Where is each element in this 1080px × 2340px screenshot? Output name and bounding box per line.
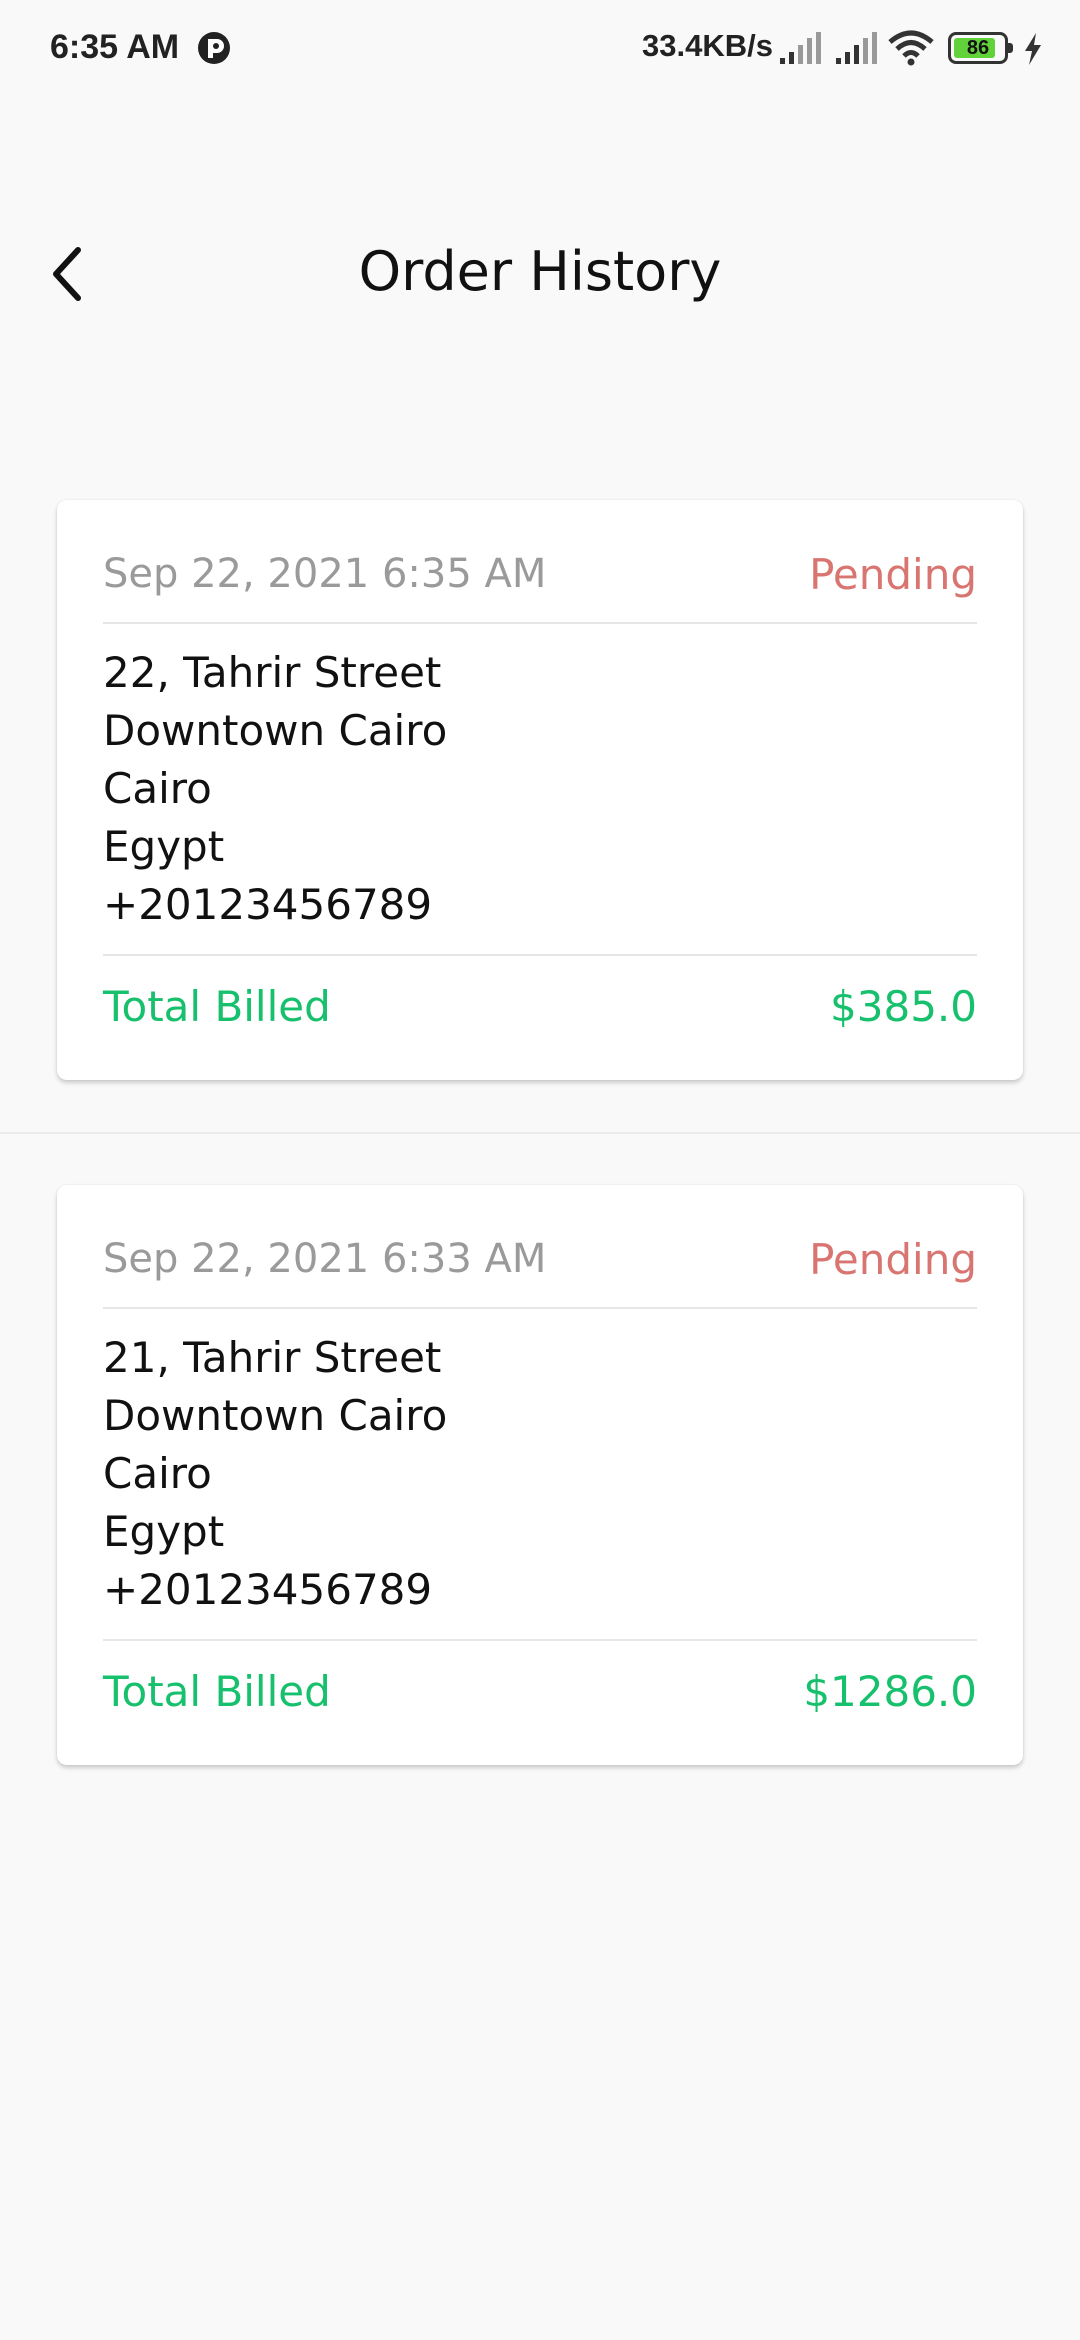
order-card-header: Sep 22, 2021 6:33 AM Pending bbox=[103, 1223, 977, 1295]
order-status-badge: Pending bbox=[809, 1234, 977, 1284]
network-speed: 33.4KB/s bbox=[642, 28, 773, 63]
address-phone: +20123456789 bbox=[103, 880, 433, 929]
total-billed-label: Total Billed bbox=[103, 981, 331, 1031]
order-card[interactable]: Sep 22, 2021 6:33 AM Pending 21, Tahrir … bbox=[57, 1185, 1023, 1765]
order-card-header: Sep 22, 2021 6:35 AM Pending bbox=[103, 538, 977, 610]
total-billed-value: $385.0 bbox=[830, 981, 977, 1031]
address-city: Cairo bbox=[103, 1449, 212, 1498]
signal-icon bbox=[780, 32, 821, 64]
page-title: Order History bbox=[358, 240, 722, 303]
order-card-footer: Total Billed $1286.0 bbox=[103, 1655, 977, 1727]
list-separator bbox=[0, 1132, 1080, 1134]
app-notification-icon bbox=[198, 32, 230, 64]
status-time: 6:35 AM bbox=[50, 28, 180, 66]
divider bbox=[103, 1307, 977, 1309]
shipping-address: 22, Tahrir Street Downtown Cairo Cairo E… bbox=[103, 644, 447, 934]
divider bbox=[103, 1639, 977, 1641]
total-billed-label: Total Billed bbox=[103, 1666, 331, 1716]
address-district: Downtown Cairo bbox=[103, 706, 448, 755]
battery-level: 86 bbox=[966, 37, 990, 59]
order-card-footer: Total Billed $385.0 bbox=[103, 970, 977, 1042]
address-city: Cairo bbox=[103, 764, 212, 813]
divider bbox=[103, 622, 977, 624]
order-date: Sep 22, 2021 6:35 AM bbox=[103, 551, 547, 597]
status-bar: 6:35 AM 33.4KB/s 86 bbox=[0, 0, 1080, 96]
address-country: Egypt bbox=[103, 822, 225, 871]
signal-icon bbox=[836, 32, 877, 64]
wifi-icon bbox=[888, 30, 934, 66]
battery-icon: 86 bbox=[948, 32, 1013, 64]
charging-icon bbox=[1025, 33, 1041, 65]
address-district: Downtown Cairo bbox=[103, 1391, 448, 1440]
order-date: Sep 22, 2021 6:33 AM bbox=[103, 1236, 547, 1282]
total-billed-value: $1286.0 bbox=[803, 1666, 977, 1716]
order-card[interactable]: Sep 22, 2021 6:35 AM Pending 22, Tahrir … bbox=[57, 500, 1023, 1080]
order-status-badge: Pending bbox=[809, 549, 977, 599]
divider bbox=[103, 954, 977, 956]
address-street: 21, Tahrir Street bbox=[103, 1333, 442, 1382]
address-street: 22, Tahrir Street bbox=[103, 648, 442, 697]
shipping-address: 21, Tahrir Street Downtown Cairo Cairo E… bbox=[103, 1329, 447, 1619]
address-phone: +20123456789 bbox=[103, 1565, 433, 1614]
address-country: Egypt bbox=[103, 1507, 225, 1556]
